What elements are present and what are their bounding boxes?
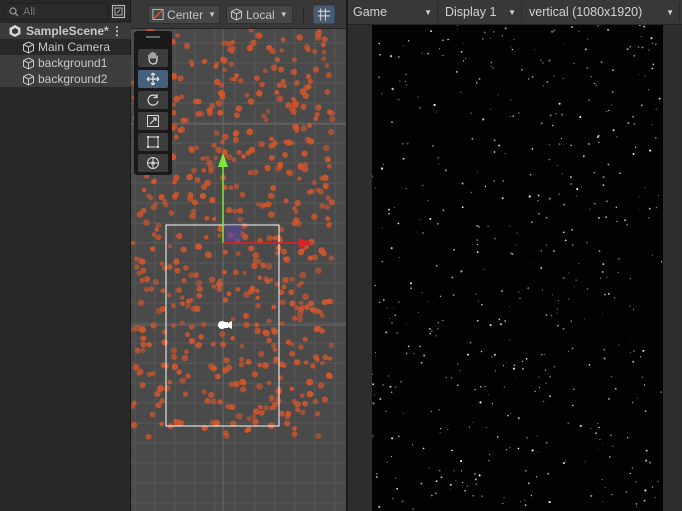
hierarchy-search[interactable] [4, 3, 108, 20]
transform-tool-button[interactable] [138, 154, 168, 172]
transform-space-dropdown[interactable]: Local ▼ [226, 5, 293, 24]
hand-tool-button[interactable] [138, 49, 168, 67]
hierarchy-item-label: background2 [38, 72, 108, 86]
hand-tool-icon [148, 51, 158, 65]
rect-tool-icon [147, 136, 159, 148]
pivot-mode-dropdown[interactable]: Center ▼ [148, 5, 220, 24]
gameobject-cube-icon [23, 56, 34, 70]
display-dropdown[interactable]: Display 1 ▼ [440, 2, 522, 22]
grid-snap-button[interactable] [313, 5, 335, 24]
scene-toolbar: Center ▼ Local ▼ [131, 0, 346, 29]
search-input[interactable] [23, 5, 103, 18]
game-toolbar: Game ▼ Display 1 ▼ vertical (1080x1920) … [348, 0, 682, 25]
create-icon[interactable] [111, 4, 126, 19]
hierarchy-panel: SampleScene* ⋮ Main Camera background1 b… [0, 0, 131, 511]
move-tool-icon [146, 72, 160, 86]
pivot-mode-label: Center [167, 7, 204, 22]
view-mode-dropdown[interactable]: Game ▼ [348, 2, 438, 22]
view-mode-label: Game [353, 5, 388, 19]
resolution-label: vertical (1080x1920) [529, 5, 643, 19]
resolution-dropdown[interactable]: vertical (1080x1920) ▼ [524, 2, 680, 22]
scene-menu-icon[interactable]: ⋮ [111, 24, 123, 38]
camera-gizmo-icon[interactable] [218, 321, 232, 329]
chevron-down-icon: ▼ [508, 7, 516, 17]
local-space-cube-icon [231, 8, 242, 21]
xy-plane-handle[interactable] [225, 225, 242, 241]
game-letterbox-left [348, 25, 372, 511]
move-tool-button[interactable] [138, 70, 168, 88]
chevron-down-icon: ▼ [279, 10, 288, 19]
scene-name: SampleScene* [26, 24, 109, 38]
transform-space-label: Local [246, 7, 275, 22]
chevron-down-icon: ▼ [666, 7, 674, 17]
hierarchy-item-label: background1 [38, 56, 108, 70]
rect-tool-button[interactable] [138, 133, 168, 151]
chevron-down-icon: ▼ [208, 10, 216, 19]
hierarchy-item-main-camera[interactable]: Main Camera [0, 39, 131, 55]
search-icon [9, 6, 19, 16]
grid-snap-icon [317, 8, 331, 21]
display-label: Display 1 [445, 5, 497, 19]
pivot-center-icon [152, 8, 164, 21]
scale-tool-button[interactable] [138, 112, 168, 130]
scene-row[interactable]: SampleScene* ⋮ [0, 23, 131, 39]
toolbar-divider [303, 7, 304, 23]
unity-scene-icon [9, 25, 21, 37]
hierarchy-item-background2[interactable]: background2 [0, 71, 131, 87]
game-letterbox-right [663, 25, 682, 511]
transform-tool-icon [147, 157, 159, 169]
palette-drag-handle[interactable] [146, 36, 160, 38]
hierarchy-item-background1[interactable]: background1 [0, 55, 131, 71]
gameobject-cube-icon [23, 40, 34, 54]
tool-palette [134, 31, 172, 175]
chevron-down-icon: ▼ [424, 7, 432, 17]
starfield [372, 25, 663, 510]
hierarchy-item-label: Main Camera [38, 40, 111, 54]
rotate-tool-button[interactable] [138, 91, 168, 109]
rotate-tool-icon [147, 94, 159, 106]
scale-tool-icon [147, 115, 159, 127]
game-view[interactable] [372, 25, 663, 511]
gameobject-cube-icon [23, 72, 34, 86]
